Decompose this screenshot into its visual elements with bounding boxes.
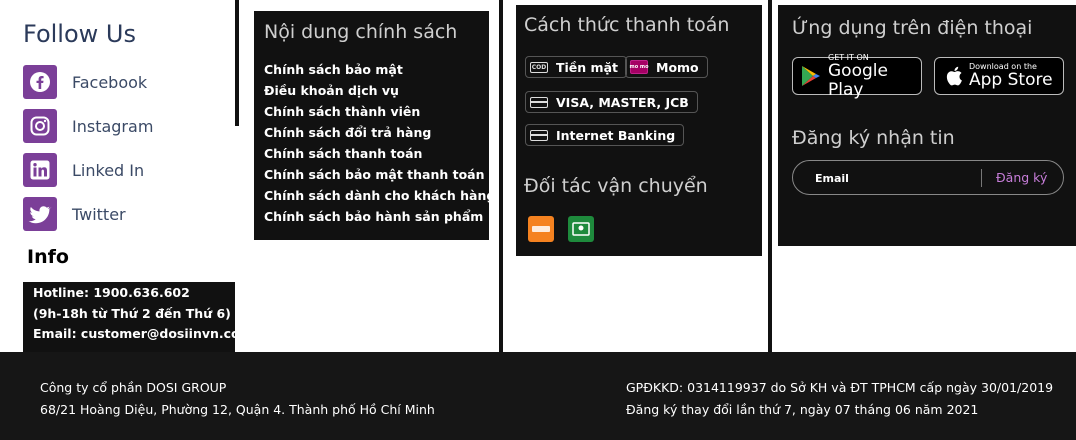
policy-link[interactable]: Chính sách đổi trả hàng <box>264 125 431 140</box>
payment-panel: Cách thức thanh toán COD Tiền mặt mo mo … <box>516 5 762 256</box>
payment-method-card: VISA, MASTER, JCB <box>525 91 698 113</box>
email-text: Email: customer@dosiinvn.com <box>33 326 253 341</box>
shipping-partner-green-icon <box>568 216 594 242</box>
social-link-facebook[interactable]: Facebook <box>23 65 147 99</box>
app-store-big-text: App Store <box>969 70 1053 90</box>
policy-link[interactable]: Chính sách bảo mật thanh toán <box>264 167 485 182</box>
social-label: Linked In <box>72 160 145 180</box>
info-title: Info <box>27 246 69 268</box>
newsletter-title: Đăng ký nhận tin <box>792 127 955 149</box>
social-link-linkedin[interactable]: Linked In <box>23 153 144 187</box>
follow-us-title: Follow Us <box>23 20 136 48</box>
google-play-button[interactable]: GET IT ON Google Play <box>792 53 922 99</box>
google-play-icon <box>801 65 821 87</box>
app-panel: Ứng dụng trên điện thoại GET IT ON Googl… <box>778 5 1076 246</box>
facebook-icon <box>23 65 57 99</box>
footer: Công ty cổ phần DOSI GROUP 68/21 Hoàng D… <box>0 352 1076 440</box>
newsletter-form: Đăng ký <box>792 160 1064 195</box>
credit-card-icon <box>530 96 548 108</box>
column-divider <box>768 0 772 352</box>
business-license: GPĐKKD: 0314119937 do Sở KH và ĐT TPHCM … <box>626 380 1054 395</box>
company-address: 68/21 Hoàng Diệu, Phường 12, Quận 4. Thà… <box>40 402 435 417</box>
cash-cod-icon: COD <box>530 61 548 73</box>
apple-icon <box>945 65 963 87</box>
social-label: Twitter <box>72 204 126 224</box>
policy-link[interactable]: Chính sách thành viên <box>264 104 420 119</box>
google-play-big-text: Google Play <box>828 60 888 100</box>
policy-link[interactable]: Điều khoản dịch vụ <box>264 83 399 98</box>
social-label: Facebook <box>72 72 148 92</box>
hours-text: (9h-18h từ Thứ 2 đến Thứ 6) <box>33 305 231 321</box>
policy-link[interactable]: Chính sách bảo hành sản phẩm <box>264 209 483 224</box>
social-label: Instagram <box>72 116 154 136</box>
momo-icon: mo mo <box>629 60 649 74</box>
payment-method-label: Tiền mặt <box>556 59 618 75</box>
policy-link[interactable]: Chính sách thanh toán <box>264 146 422 161</box>
payment-title: Cách thức thanh toán <box>524 14 730 36</box>
hotline-text: Hotline: 1900.636.602 <box>33 285 190 300</box>
info-box: Hotline: 1900.636.602 (9h-18h từ Thứ 2 đ… <box>23 282 253 352</box>
column-divider <box>235 0 239 126</box>
social-link-instagram[interactable]: Instagram <box>23 109 153 143</box>
company-name: Công ty cổ phần DOSI GROUP <box>40 380 227 395</box>
input-separator <box>981 169 982 187</box>
payment-method-cash: COD Tiền mặt <box>525 56 627 78</box>
app-title: Ứng dụng trên điện thoại <box>792 17 1033 39</box>
payment-method-momo: mo mo Momo <box>625 56 708 78</box>
policy-panel: Nội dung chính sách Chính sách bảo mật Đ… <box>254 11 495 240</box>
payment-method-label: Momo <box>656 59 699 75</box>
payment-method-label: Internet Banking <box>556 127 676 143</box>
policy-link[interactable]: Chính sách dành cho khách hàng <box>264 188 495 203</box>
shipping-title: Đối tác vận chuyển <box>524 175 708 197</box>
subscribe-button[interactable]: Đăng ký <box>996 170 1047 185</box>
bank-card-icon <box>530 129 548 141</box>
linkedin-icon <box>23 153 57 187</box>
social-link-twitter[interactable]: Twitter <box>23 197 126 231</box>
email-input[interactable] <box>815 170 975 186</box>
registration-change: Đăng ký thay đổi lần thứ 7, ngày 07 thán… <box>626 402 979 417</box>
payment-method-banking: Internet Banking <box>525 124 685 146</box>
policy-title: Nội dung chính sách <box>264 21 458 43</box>
twitter-icon <box>23 197 57 231</box>
shipping-partner-orange-icon <box>528 216 554 242</box>
column-divider <box>499 0 503 352</box>
policy-link[interactable]: Chính sách bảo mật <box>264 62 403 77</box>
payment-method-label: VISA, MASTER, JCB <box>556 94 689 110</box>
app-store-button[interactable]: Download on the App Store <box>934 57 1064 95</box>
instagram-icon <box>23 109 57 143</box>
